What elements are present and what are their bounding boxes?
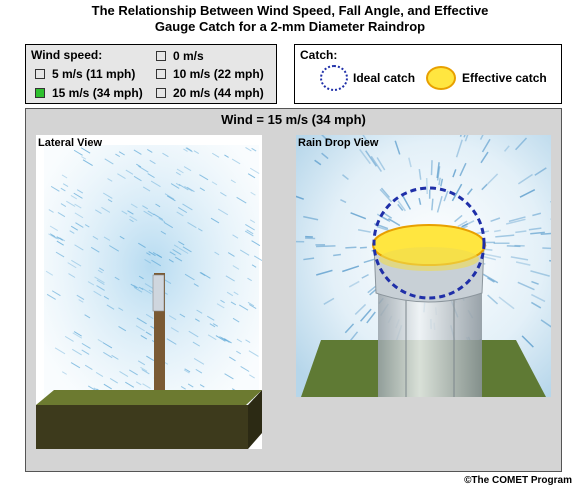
checkbox-0[interactable] xyxy=(156,51,166,61)
wind-option-20-label: 20 m/s (44 mph) xyxy=(173,86,264,100)
ground-top xyxy=(36,390,262,405)
wind-option-5[interactable]: 5 m/s (11 mph) xyxy=(35,67,135,81)
catch-legend: Catch: Ideal catch Effective catch xyxy=(294,44,562,104)
wind-option-5-label: 5 m/s (11 mph) xyxy=(52,67,136,81)
wind-option-15[interactable]: 15 m/s (34 mph) xyxy=(35,86,143,100)
wind-option-0[interactable]: 0 m/s xyxy=(156,49,204,63)
title-line-1: The Relationship Between Wind Speed, Fal… xyxy=(91,3,489,18)
raindrop-view-title: Rain Drop View xyxy=(298,137,379,149)
legend-effective: Effective catch xyxy=(426,66,547,90)
rain-gauge xyxy=(152,274,165,312)
display-panel: Wind = 15 m/s (34 mph) Lateral View Rain… xyxy=(25,108,562,472)
wind-option-10[interactable]: 10 m/s (22 mph) xyxy=(156,67,264,81)
checkbox-20[interactable] xyxy=(156,88,166,98)
raindrop-view: Rain Drop View xyxy=(296,135,551,397)
wind-option-10-label: 10 m/s (22 mph) xyxy=(173,67,264,81)
legend-ideal: Ideal catch xyxy=(320,65,415,91)
page-title: The Relationship Between Wind Speed, Fal… xyxy=(0,3,580,35)
catch-heading: Catch: xyxy=(300,48,338,62)
wind-speed-panel: Wind speed: 0 m/s 5 m/s (11 mph) 10 m/s … xyxy=(25,44,277,104)
ground-front xyxy=(36,405,248,449)
wind-option-15-label: 15 m/s (34 mph) xyxy=(52,86,143,100)
copyright: ©The COMET Program xyxy=(464,475,572,486)
legend-effective-label: Effective catch xyxy=(462,71,547,85)
checkbox-10[interactable] xyxy=(156,69,166,79)
legend-ideal-label: Ideal catch xyxy=(353,71,416,85)
checkbox-15[interactable] xyxy=(35,88,45,98)
wind-readout: Wind = 15 m/s (34 mph) xyxy=(221,112,366,127)
raindrop-view-illustration xyxy=(296,135,551,397)
checkbox-5[interactable] xyxy=(35,69,45,79)
wind-option-20[interactable]: 20 m/s (44 mph) xyxy=(156,86,264,100)
title-line-2: Gauge Catch for a 2-mm Diameter Raindrop xyxy=(154,19,426,34)
lateral-view-illustration xyxy=(36,145,262,449)
wind-speed-heading: Wind speed: xyxy=(31,48,103,62)
lateral-view: Lateral View xyxy=(36,135,262,449)
lateral-view-title: Lateral View xyxy=(38,137,102,149)
effective-catch-icon xyxy=(426,66,456,90)
ideal-catch-icon xyxy=(320,65,348,91)
wind-option-0-label: 0 m/s xyxy=(173,49,204,63)
